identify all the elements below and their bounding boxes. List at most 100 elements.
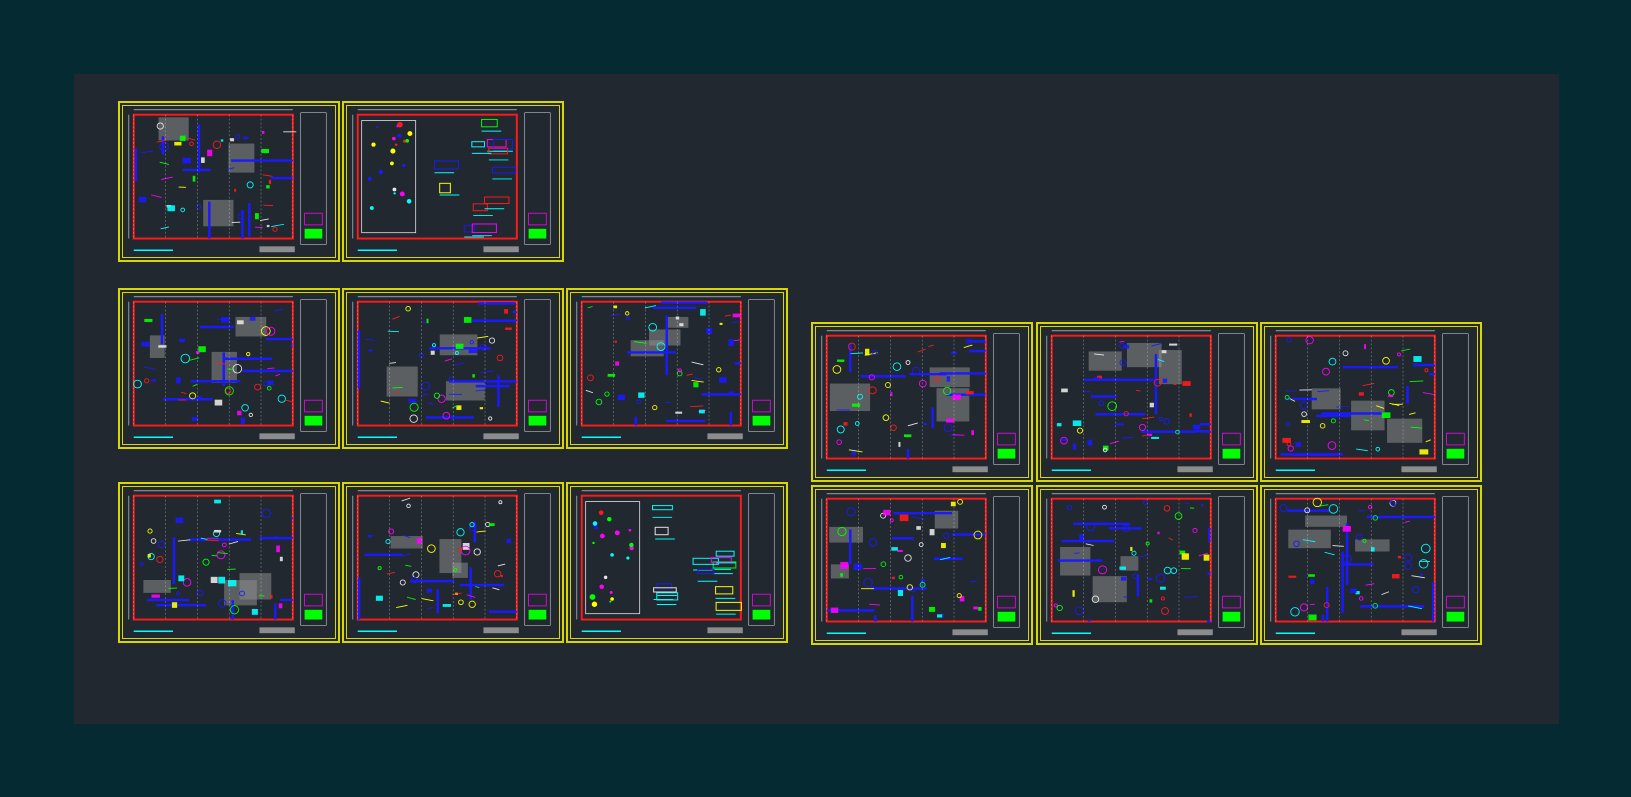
drawing-sheet-a1[interactable]	[118, 101, 340, 262]
fixture-symbol	[473, 548, 481, 556]
furniture-block	[617, 394, 626, 401]
drawing-sheet-c1[interactable]	[118, 482, 340, 643]
furniture-block	[853, 563, 862, 571]
furniture-block	[891, 576, 895, 580]
furniture-block	[243, 136, 249, 140]
furniture-block	[1413, 356, 1422, 362]
fixture-symbol	[628, 528, 632, 532]
detail-line	[451, 405, 458, 409]
detail-line	[850, 352, 863, 355]
fixture-symbol	[496, 354, 504, 362]
fixture-symbol	[904, 554, 912, 562]
title-block-cell	[528, 212, 547, 226]
detail-line	[585, 389, 594, 394]
drawing-sheet-d2[interactable]	[1036, 322, 1258, 482]
floor-hatch	[1305, 515, 1347, 527]
title-block-stamp	[528, 609, 547, 620]
fixture-symbol	[393, 192, 396, 195]
furniture-block	[1061, 388, 1068, 393]
fixture-symbol	[263, 381, 269, 387]
title-block-stamp	[997, 611, 1016, 622]
drawing-sheet-c3[interactable]	[566, 482, 788, 643]
cad-model-space[interactable]	[74, 74, 1559, 724]
detail-line	[1362, 382, 1375, 387]
fixture-symbol	[1163, 505, 1171, 512]
furniture-block	[230, 138, 235, 142]
legend-box	[1177, 466, 1213, 473]
detail-block	[656, 592, 679, 601]
fixture-symbol	[405, 138, 410, 143]
furniture-block	[1364, 344, 1367, 350]
fixture-symbol	[587, 374, 594, 382]
title-block-cell	[528, 399, 547, 413]
furniture-block	[843, 422, 848, 426]
detail-block	[434, 160, 460, 170]
drawing-sheet-d1[interactable]	[811, 322, 1033, 482]
detail-line	[869, 603, 880, 606]
furniture-block	[504, 309, 509, 314]
legend-box	[952, 466, 988, 473]
fixture-symbol	[150, 538, 157, 544]
title-block-cell	[752, 593, 771, 607]
floor-hatch	[203, 199, 234, 227]
sheet-drawing	[576, 490, 775, 634]
fixture-symbol	[212, 140, 222, 149]
furniture-block	[1309, 579, 1315, 584]
fixture-symbol	[1358, 596, 1364, 601]
fixture-symbol	[918, 379, 927, 388]
fixture-symbol	[1158, 416, 1163, 421]
detail-line	[1109, 440, 1120, 444]
furniture-block	[479, 407, 484, 410]
drawing-sheet-c2[interactable]	[342, 482, 564, 643]
furniture-block	[214, 499, 221, 504]
fixture-symbol	[412, 571, 420, 579]
title-block-cell	[528, 593, 547, 607]
fixture-symbol	[1396, 352, 1401, 357]
detail-line	[421, 393, 428, 396]
furniture-block	[1147, 433, 1153, 436]
fixture-symbol	[254, 383, 261, 391]
fixture-symbol	[1098, 565, 1108, 575]
detail-line	[271, 223, 285, 227]
title-block-stamp	[752, 415, 771, 426]
furniture-block	[946, 418, 955, 423]
fixture-symbol	[139, 561, 144, 566]
fixture-symbol	[1404, 553, 1413, 562]
furniture-block	[151, 379, 157, 382]
drawing-sheet-b1[interactable]	[118, 288, 340, 449]
drawing-sheet-b3[interactable]	[566, 288, 788, 449]
title-block-stamp	[1446, 611, 1465, 622]
fixture-symbol	[1131, 550, 1137, 556]
furniture-block	[276, 545, 280, 553]
title-block-stamp	[1222, 611, 1241, 622]
title-block-cell	[997, 432, 1016, 446]
sheet-drawing	[352, 490, 551, 634]
furniture-block	[1072, 590, 1075, 597]
furniture-block	[375, 595, 383, 601]
furniture-block	[214, 399, 223, 406]
fixture-symbol	[1192, 527, 1198, 534]
detail-line	[1142, 416, 1155, 420]
floor-hatch	[649, 329, 681, 346]
detail-line	[1135, 390, 1141, 392]
furniture-block	[1130, 546, 1133, 552]
drawing-sheet-e1[interactable]	[811, 485, 1033, 645]
drawing-sheet-d3[interactable]	[1260, 322, 1482, 482]
furniture-block	[1370, 547, 1375, 552]
detail-line	[1168, 537, 1174, 541]
detail-line	[188, 137, 196, 141]
furniture-block	[973, 606, 979, 610]
fixture-symbol	[1301, 411, 1307, 417]
drawing-sheet-e3[interactable]	[1260, 485, 1482, 645]
fixture-symbol	[409, 414, 418, 423]
drawing-sheet-b2[interactable]	[342, 288, 564, 449]
detail-line	[1411, 575, 1425, 579]
detail-line	[476, 530, 486, 533]
fixture-symbol	[407, 131, 413, 137]
fixture-symbol	[1066, 504, 1073, 511]
floor-hatch	[239, 573, 272, 600]
drawing-sheet-e2[interactable]	[1036, 485, 1258, 645]
title-block-stamp	[528, 415, 547, 426]
detail-line	[928, 344, 934, 348]
drawing-sheet-a2[interactable]	[342, 101, 564, 262]
